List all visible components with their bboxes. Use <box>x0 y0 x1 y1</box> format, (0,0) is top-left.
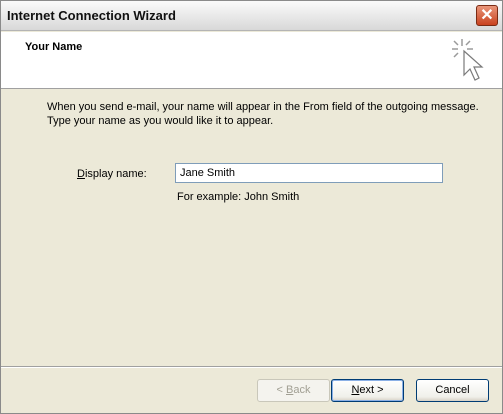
wizard-header: Your Name <box>1 32 502 89</box>
close-icon: ✕ <box>480 7 494 24</box>
back-rest: ack <box>293 384 311 396</box>
footer-divider <box>1 366 502 368</box>
intro-line-2: Type your name as you would like it to a… <box>47 115 274 127</box>
display-name-label-rest: isplay name: <box>84 168 147 180</box>
cancel-button[interactable]: Cancel <box>416 379 489 402</box>
back-button[interactable]: < Back <box>257 379 330 402</box>
back-prefix: < <box>276 384 286 396</box>
intro-text: When you send e-mail, your name will app… <box>47 100 487 128</box>
window-title: Internet Connection Wizard <box>7 8 176 23</box>
display-name-input[interactable] <box>175 163 443 183</box>
next-rest: ext > <box>359 384 384 396</box>
close-button[interactable]: ✕ <box>476 5 498 26</box>
intro-line-1: When you send e-mail, your name will app… <box>47 101 479 113</box>
example-text: For example: John Smith <box>177 191 300 203</box>
display-name-label-accel: D <box>77 168 85 180</box>
wizard-window: Internet Connection Wizard ✕ Your Name W… <box>0 0 503 414</box>
title-bar[interactable]: Internet Connection Wizard ✕ <box>1 1 502 31</box>
next-button[interactable]: Next > <box>331 379 404 402</box>
page-title: Your Name <box>25 41 83 53</box>
wizard-cursor-icon <box>452 39 484 81</box>
display-name-label: Display name: <box>77 168 147 180</box>
